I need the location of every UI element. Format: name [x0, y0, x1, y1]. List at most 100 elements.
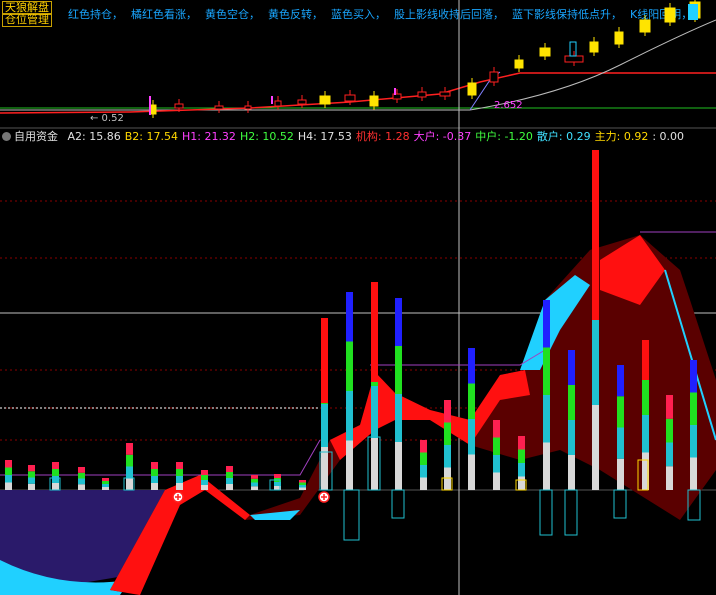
volume-bar	[321, 318, 328, 403]
volume-bar	[518, 476, 525, 490]
volume-bar	[493, 437, 500, 455]
volume-bar	[28, 471, 35, 478]
volume-outline	[343, 489, 360, 541]
candle-body	[214, 105, 224, 110]
chart-canvas[interactable]: ← 0.52 2.652	[0, 0, 716, 595]
volume-bar	[5, 482, 12, 490]
candle-body	[569, 41, 577, 57]
volume-bar	[666, 442, 673, 467]
volume-bar	[52, 462, 59, 469]
low-price-label: ← 0.52	[90, 113, 124, 124]
volume-bar	[28, 477, 35, 484]
volume-bar	[126, 454, 133, 467]
volume-bar	[444, 445, 451, 468]
volume-bar	[617, 458, 624, 490]
volume-bar	[321, 447, 328, 490]
candle-body	[297, 99, 307, 105]
volume-bar	[592, 405, 599, 490]
volume-bar	[5, 467, 12, 475]
indicator-value: 中户: -1.20	[475, 130, 533, 143]
volume-bar	[151, 469, 158, 476]
volume-bar	[568, 420, 575, 455]
volume-bar	[226, 484, 233, 490]
candle-body	[174, 103, 184, 109]
ma-line	[0, 72, 716, 114]
volume-bar	[201, 475, 208, 480]
volume-bar	[666, 418, 673, 443]
volume-bar	[28, 465, 35, 472]
volume-bar	[251, 475, 258, 479]
volume-bar	[151, 483, 158, 490]
volume-bar	[176, 469, 183, 476]
candle-body	[467, 82, 477, 96]
candle-body	[664, 7, 676, 23]
candle-body	[589, 41, 599, 53]
volume-bar	[543, 347, 550, 395]
volume-outline	[539, 489, 553, 536]
volume-bar	[395, 442, 402, 490]
gear-icon[interactable]	[2, 132, 11, 141]
candle-body	[688, 4, 698, 20]
volume-bar	[151, 476, 158, 483]
volume-bar	[642, 415, 649, 453]
volume-bar	[226, 466, 233, 472]
indicator-value: 大户: -0.37	[413, 130, 472, 143]
stock-chart-window: 天狼解盘 仓位管理 红色持仓， 橘红色看涨， 黄色空仓， 黄色反转， 蓝色买入， 股上影线…	[0, 0, 716, 595]
volume-bar	[52, 476, 59, 483]
candle-body	[244, 105, 252, 110]
volume-bar	[371, 386, 378, 438]
volume-bar	[468, 348, 475, 384]
volume-bar	[52, 483, 59, 490]
volume-bar	[444, 422, 451, 445]
volume-bar	[395, 346, 402, 394]
indicator-value: H2: 10.52	[239, 130, 294, 143]
volume-bar	[102, 484, 109, 487]
candle-body	[319, 95, 331, 105]
volume-bar	[642, 340, 649, 380]
volume-bar	[371, 282, 378, 382]
volume-bar	[176, 462, 183, 469]
volume-bar	[690, 360, 697, 393]
candle-body	[417, 91, 427, 98]
volume-bar	[592, 150, 599, 320]
volume-bar	[690, 392, 697, 425]
volume-bar	[201, 470, 208, 475]
indicator-value: 散户: 0.29	[536, 130, 591, 143]
volume-bar	[201, 485, 208, 490]
candle-body	[439, 91, 451, 97]
volume-bar	[251, 478, 258, 483]
volume-bar	[690, 457, 697, 490]
volume-bar	[299, 482, 306, 485]
volume-outline	[564, 489, 578, 536]
volume-bar	[617, 396, 624, 428]
volume-bar	[420, 452, 427, 465]
volume-bar	[5, 460, 12, 468]
volume-bar	[518, 449, 525, 463]
volume-bar	[346, 341, 353, 391]
volume-bar	[468, 419, 475, 455]
candle-body	[514, 59, 524, 69]
volume-bar	[78, 467, 85, 473]
volume-bar	[226, 478, 233, 484]
indicator-value: B2: 17.54	[124, 130, 178, 143]
volume-bar	[444, 400, 451, 423]
volume-bar	[102, 478, 109, 481]
candle-body	[489, 71, 499, 83]
volume-bar	[251, 482, 258, 487]
volume-bar	[642, 377, 649, 415]
volume-bar	[371, 438, 378, 490]
volume-bar	[468, 383, 475, 419]
indicator-name: 自用资金	[14, 130, 58, 143]
volume-bar	[126, 478, 133, 490]
volume-bar	[420, 440, 427, 453]
indicator-value: : 0.00	[652, 130, 685, 143]
volume-bar	[493, 472, 500, 490]
candle-body	[614, 31, 624, 45]
indicator-value: H4: 17.53	[297, 130, 352, 143]
volume-bar	[78, 472, 85, 479]
volume-bar	[126, 443, 133, 455]
volume-bar	[568, 350, 575, 385]
volume-bar	[126, 466, 133, 479]
mid-price-label: 2.652	[494, 100, 523, 111]
volume-bar	[518, 436, 525, 450]
